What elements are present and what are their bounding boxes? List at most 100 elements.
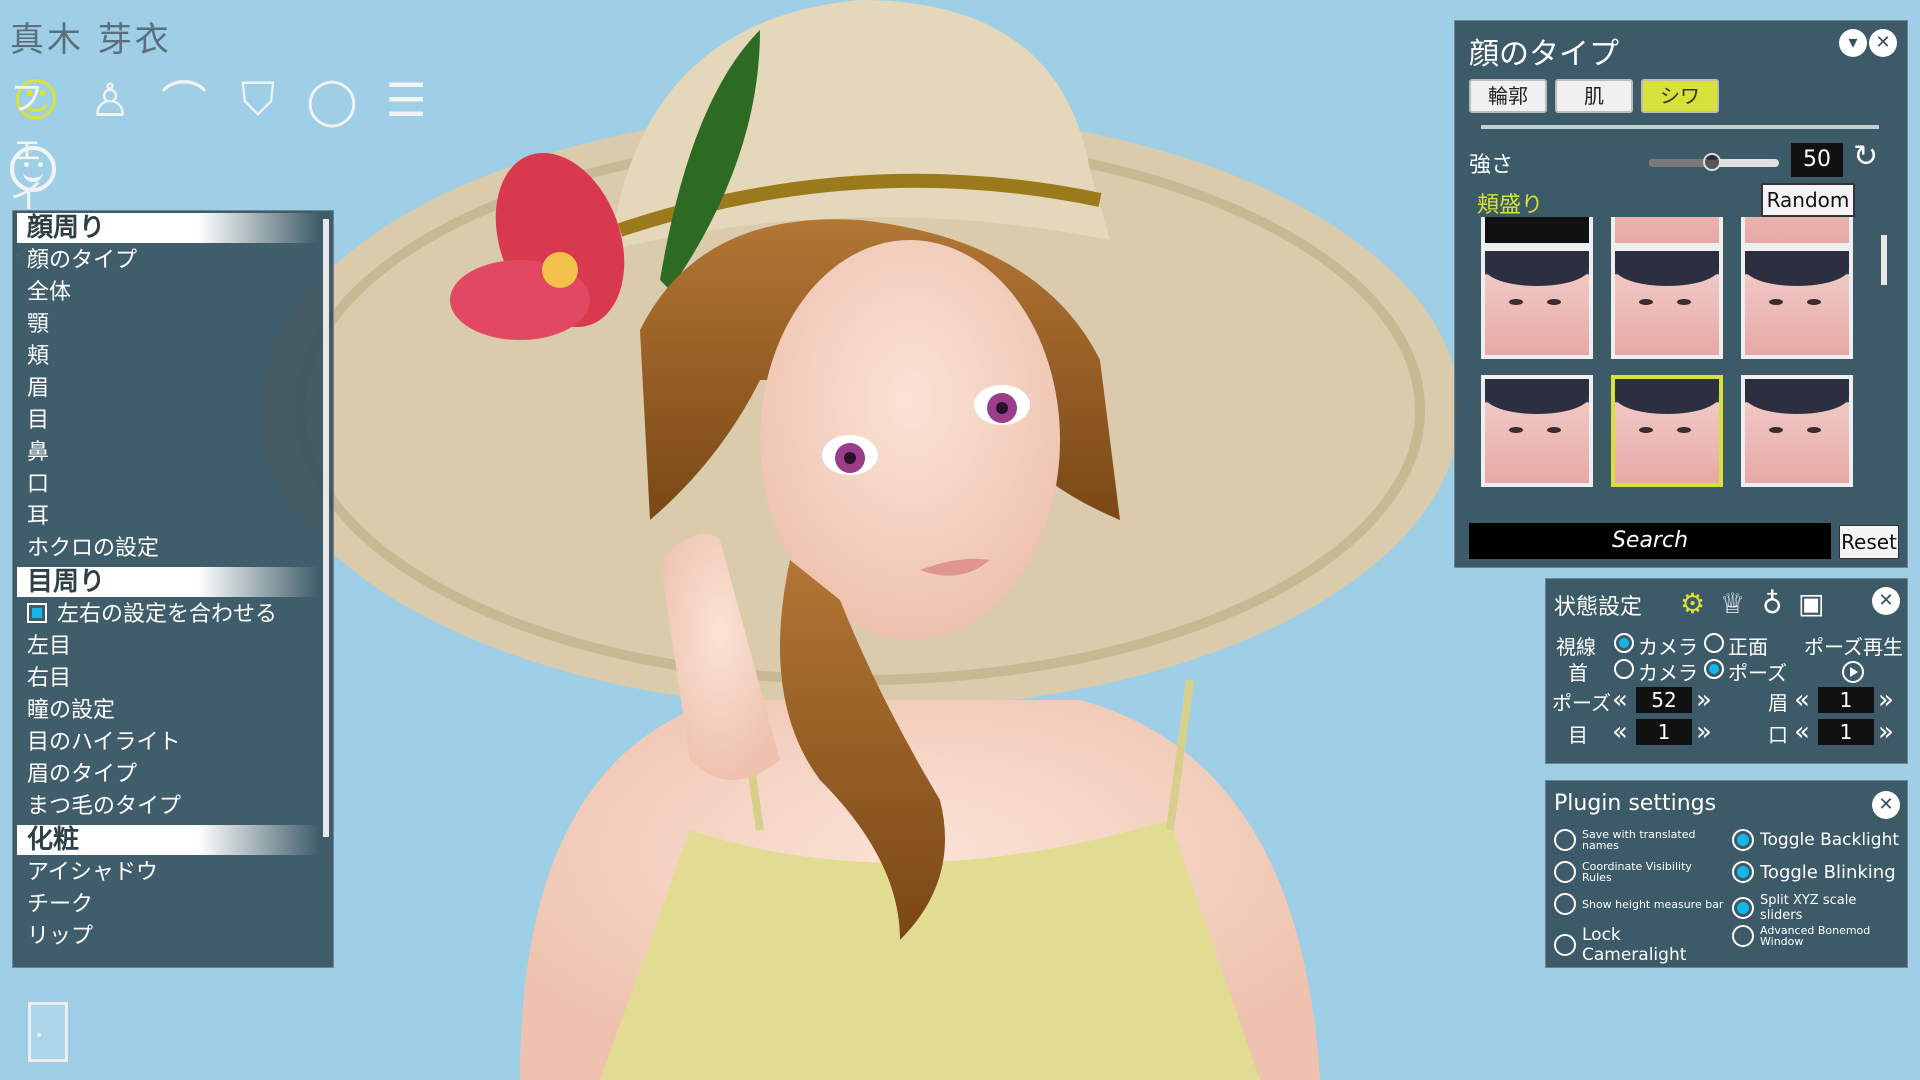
plugin-option-split-xyz[interactable]: Split XYZ scale sliders [1732,893,1902,923]
list-item[interactable]: アイシャドウ [13,857,333,889]
mouth-label: 口 [1768,723,1788,747]
close-icon[interactable]: ✕ [1869,29,1897,57]
eye-next-icon[interactable]: » [1696,719,1712,745]
eye-label: 目 [1568,723,1588,747]
divider [1481,125,1879,129]
plugin-option-coordinate-visibility[interactable]: Coordinate Visibility Rules [1554,861,1724,883]
exit-door-icon[interactable] [28,1002,68,1062]
play-icon[interactable] [1842,661,1864,683]
clothing-category-icon[interactable]: ⛉ [232,72,284,128]
background-image-icon[interactable]: ▣ [1798,587,1824,620]
list-item[interactable]: 全体 [13,277,333,309]
preset-thumbnail[interactable] [1611,217,1723,247]
plugin-option-toggle-backlight[interactable]: Toggle Backlight [1732,829,1902,851]
radio-icon[interactable] [1554,829,1576,851]
preset-thumbnail[interactable] [1481,247,1593,359]
brow-value[interactable]: 1 [1818,687,1874,713]
body-category-icon[interactable]: ♙ [84,72,136,128]
thumbnail-scrollbar[interactable] [1881,235,1887,285]
brow-prev-icon[interactable]: « [1794,687,1810,713]
eye-prev-icon[interactable]: « [1612,719,1628,745]
checkbox-icon[interactable] [27,603,47,623]
group-header-makeup: 化粧 [17,825,319,855]
gaze-front-label: 正面 [1728,635,1768,659]
gaze-camera-radio[interactable] [1614,633,1634,653]
strength-value-input[interactable]: 50 [1791,143,1843,177]
preset-thumbnail[interactable] [1481,375,1593,487]
window-title: Plugin settings [1554,791,1717,816]
match-left-right-checkbox[interactable]: 左右の設定を合わせる [13,599,333,631]
radio-icon[interactable] [1554,893,1576,915]
radio-icon[interactable] [1732,829,1754,851]
preset-thumbnail-selected[interactable] [1611,375,1723,487]
neck-camera-radio[interactable] [1614,659,1634,679]
category-toolbar: ☺ ♙ ⌒ ⛉ ◯ ☰ [10,72,432,130]
plugin-option-height-measure[interactable]: Show height measure bar [1554,893,1724,915]
list-item[interactable]: ホクロの設定 [13,533,333,565]
radio-icon[interactable] [1732,925,1754,947]
pose-prev-icon[interactable]: « [1612,687,1628,713]
list-item[interactable]: 耳 [13,501,333,533]
mouth-value[interactable]: 1 [1818,719,1874,745]
list-item[interactable]: 目 [13,405,333,437]
list-item[interactable]: リップ [13,921,333,953]
pose-play-label: ポーズ再生 [1804,635,1903,659]
accessory-category-icon[interactable]: ◯ [306,72,358,128]
list-item[interactable]: 眉のタイプ [13,759,333,791]
hair-category-icon[interactable]: ⌒ [158,72,210,130]
gaze-front-radio[interactable] [1704,633,1724,653]
preset-thumbnail[interactable] [1741,247,1853,359]
close-icon[interactable]: ✕ [1872,587,1900,615]
pose-next-icon[interactable]: » [1696,687,1712,713]
list-item[interactable]: 右目 [13,663,333,695]
radio-icon[interactable] [1732,897,1754,919]
list-category-icon[interactable]: ☰ [380,72,432,128]
slider-thumb[interactable] [1703,153,1721,171]
undo-icon[interactable]: ↻ [1853,139,1878,174]
tab-contour[interactable]: 輪郭 [1469,79,1547,113]
list-item[interactable]: 口 [13,469,333,501]
gaze-camera-label: カメラ [1638,635,1698,659]
tab-skin[interactable]: 肌 [1555,79,1633,113]
plugin-option-save-translated[interactable]: Save with translated names [1554,829,1724,851]
reset-button[interactable]: Reset [1839,525,1899,559]
preset-thumbnail[interactable] [1481,217,1593,247]
gear-icon[interactable]: ⚙ [1680,587,1705,620]
list-item[interactable]: チーク [13,889,333,921]
list-scrollbar[interactable] [323,219,329,837]
strength-slider[interactable] [1649,153,1779,171]
list-item[interactable]: 瞳の設定 [13,695,333,727]
list-item[interactable]: まつ毛のタイプ [13,791,333,823]
radio-icon[interactable] [1732,861,1754,883]
plugin-settings-window: Plugin settings ✕ Save with translated n… [1545,780,1908,968]
pose-value[interactable]: 52 [1636,687,1692,713]
search-input[interactable]: Search [1469,523,1831,559]
list-item[interactable]: 顎 [13,309,333,341]
list-item[interactable]: 左目 [13,631,333,663]
list-item[interactable]: 顔のタイプ [13,245,333,277]
close-icon[interactable]: ✕ [1872,791,1900,819]
random-button[interactable]: Random [1761,183,1855,217]
clothing-state-icon[interactable]: ♕ [1720,587,1745,620]
list-item[interactable]: 眉 [13,373,333,405]
list-item[interactable]: 鼻 [13,437,333,469]
mouth-next-icon[interactable]: » [1878,719,1894,745]
collapse-icon[interactable]: ▾ [1839,29,1867,57]
radio-icon[interactable] [1554,934,1576,956]
window-title: 顔のタイプ [1469,37,1619,72]
list-item[interactable]: 頬 [13,341,333,373]
preset-thumbnail[interactable] [1741,375,1853,487]
mouth-prev-icon[interactable]: « [1794,719,1810,745]
radio-icon[interactable] [1554,861,1576,883]
preset-thumbnail[interactable] [1741,217,1853,247]
preset-thumbnail[interactable] [1611,247,1723,359]
brow-next-icon[interactable]: » [1878,687,1894,713]
neck-pose-radio[interactable] [1704,659,1724,679]
list-item[interactable]: 目のハイライト [13,727,333,759]
tab-wrinkles[interactable]: シワ [1641,79,1719,113]
plugin-option-toggle-blinking[interactable]: Toggle Blinking [1732,861,1904,883]
plugin-option-lock-cameralight[interactable]: Lock Cameralight [1554,925,1724,965]
light-icon[interactable]: ♁ [1762,587,1783,620]
eye-value[interactable]: 1 [1636,719,1692,745]
plugin-option-advanced-bonemod[interactable]: Advanced Bonemod Window [1732,925,1902,947]
